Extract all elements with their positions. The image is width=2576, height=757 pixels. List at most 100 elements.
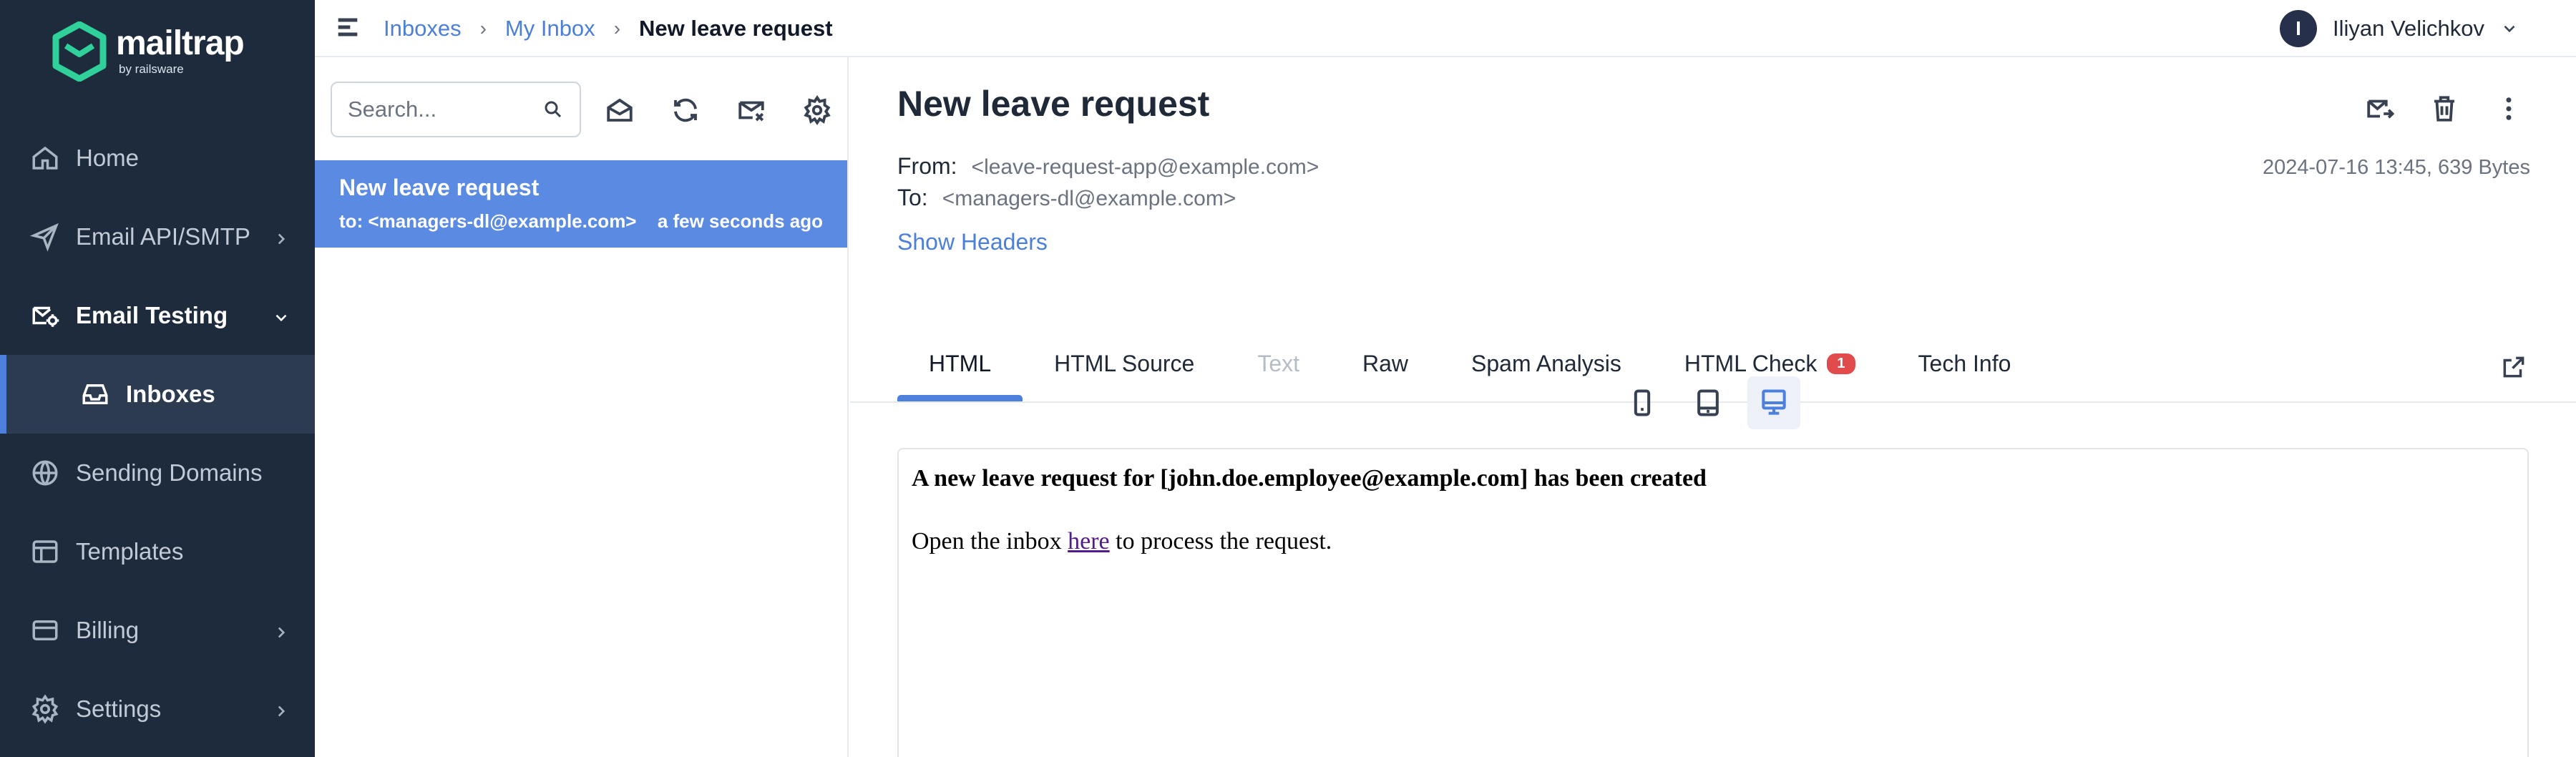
mailtrap-logo-icon [52,21,107,82]
inbox-settings-button[interactable] [796,89,839,132]
refresh-button[interactable] [664,89,707,132]
breadcrumb-separator: › [479,17,487,39]
sidebar-nav: Home Email API/SMTP Email Testing Inboxe… [0,119,315,748]
to-address: <managers-dl@example.com> [942,187,1236,210]
user-menu[interactable]: I Iliyan Velichkov [2280,9,2519,49]
message-list-panel: New leave request to: <managers-dl@examp… [315,57,849,757]
tab-tech-info[interactable]: Tech Info [1887,289,2043,402]
tab-raw[interactable]: Raw [1331,289,1440,402]
mobile-icon [1634,389,1651,416]
forward-button[interactable] [2358,87,2401,130]
sidebar: mailtrap by railsware Home Email API/SMT… [0,0,315,757]
sidebar-item-email-api[interactable]: Email API/SMTP [0,197,315,276]
message-actions [2337,87,2530,130]
sidebar-item-sending-domains[interactable]: Sending Domains [0,434,315,512]
tab-label: HTML [929,351,992,376]
sidebar-item-billing[interactable]: Billing [0,591,315,670]
search-box [331,82,581,137]
from-row: From: <leave-request-app@example.com> [897,153,1319,180]
sidebar-item-label: Email Testing [76,302,228,328]
sidebar-item-inboxes[interactable]: Inboxes [0,355,315,434]
refresh-icon [674,98,697,122]
tab-label: Text [1257,351,1299,376]
brand-tagline: by railsware [119,62,184,76]
tablet-icon [1697,389,1719,416]
sidebar-item-label: Email API/SMTP [76,223,250,250]
chevron-right-icon [272,699,291,718]
sidebar-item-templates[interactable]: Templates [0,512,315,591]
more-options-button[interactable] [2487,87,2530,130]
tablet-view-button[interactable] [1682,376,1735,429]
home-icon [29,142,62,175]
sidebar-item-label: Templates [76,538,184,565]
sidebar-item-settings[interactable]: Settings [0,670,315,748]
more-vertical-icon [2506,97,2512,120]
trash-icon [2434,96,2454,122]
desktop-view-button[interactable] [1747,376,1800,429]
clean-inbox-button[interactable] [730,89,773,132]
show-headers-link[interactable]: Show Headers [897,229,1048,255]
menu-toggle-icon[interactable] [333,13,365,44]
open-in-new-window-icon[interactable] [2500,353,2532,385]
search-icon[interactable] [542,99,565,122]
tab-text: Text [1226,289,1331,402]
inbox-icon [79,378,112,411]
tab-label: Raw [1362,351,1409,376]
billing-icon [29,614,62,647]
avatar: I [2280,10,2318,47]
template-icon [29,535,62,568]
delete-button[interactable] [2423,87,2466,130]
mobile-view-button[interactable] [1616,376,1669,429]
email-here-link[interactable]: here [1068,528,1110,555]
to-label: To: [897,185,928,210]
sidebar-item-label: Inboxes [126,381,215,407]
gear-icon [804,95,831,125]
user-name: Iliyan Velichkov [2333,16,2484,41]
globe-icon [29,456,62,489]
gear-icon [29,693,62,726]
sidebar-item-label: Settings [76,695,162,722]
breadcrumb-current: New leave request [639,16,833,41]
from-label: From: [897,153,957,179]
message-recipient: to: <managers-dl@example.com> [339,210,637,232]
email-testing-icon [29,299,62,332]
breadcrumb: Inboxes › My Inbox › New leave request [384,13,833,44]
brand-name: mailtrap [116,24,245,62]
mailtrap-logo[interactable]: mailtrap by railsware [52,21,245,82]
open-envelope-icon [607,98,633,122]
desktop-icon [1762,389,1786,415]
email-html-preview: A new leave request for [john.doe.employ… [897,448,2529,757]
sidebar-item-email-testing[interactable]: Email Testing [0,276,315,355]
email-heading: A new leave request for [john.doe.employ… [912,465,1707,492]
breadcrumb-separator: › [613,17,621,39]
message-title: New leave request [897,84,1210,124]
tab-label: HTML Check [1684,351,1818,376]
tab-html[interactable]: HTML [897,289,1023,402]
top-bar: Inboxes › My Inbox › New leave request I… [315,0,2576,57]
device-switcher [1616,376,1813,429]
email-body-text: to process the request. [1109,528,1332,555]
sidebar-item-label: Sending Domains [76,459,263,486]
message-pane: New leave request From: <leave-request-a… [850,57,2576,757]
status-badge: 1 [1827,353,1855,374]
message-subject: New leave request [339,175,540,200]
to-row: To: <managers-dl@example.com> [897,185,1236,211]
message-time: a few seconds ago [657,210,823,232]
chevron-down-icon [272,306,291,324]
breadcrumb-my-inbox[interactable]: My Inbox [505,16,595,41]
tab-html-source[interactable]: HTML Source [1023,289,1226,402]
email-body-text: Open the inbox [912,528,1068,555]
clear-mail-icon [738,101,764,122]
tab-label: HTML Source [1054,351,1195,376]
send-icon [29,220,62,253]
sidebar-item-label: Home [76,145,140,171]
tab-label: Spam Analysis [1471,351,1621,376]
chevron-right-icon [272,620,291,639]
sidebar-item-home[interactable]: Home [0,119,315,197]
message-tabs: HTML HTML Source Text Raw Spam Analysis … [897,289,2042,402]
mark-all-read-button[interactable] [598,89,641,132]
message-date-size: 2024-07-16 13:45, 639 Bytes [2262,156,2530,179]
breadcrumb-inboxes[interactable]: Inboxes [384,16,462,41]
search-input[interactable] [348,97,534,122]
list-item[interactable]: New leave request to: <managers-dl@examp… [315,160,847,248]
